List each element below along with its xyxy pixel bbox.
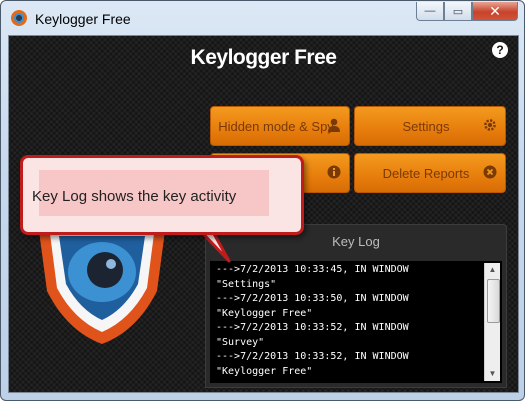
key-log-panel: Key Log --->7/2/2013 10:33:45, IN WINDOW… bbox=[205, 224, 507, 388]
user-icon bbox=[328, 118, 340, 132]
key-log-content: --->7/2/2013 10:33:45, IN WINDOW "Settin… bbox=[216, 264, 409, 377]
settings-label: Settings bbox=[402, 118, 450, 134]
delete-reports-button[interactable]: Delete Reports bbox=[354, 153, 506, 193]
key-log-scrollbar[interactable]: ▲ ▼ bbox=[484, 263, 500, 381]
help-icon[interactable]: ? bbox=[492, 42, 508, 58]
window-title: Keylogger Free bbox=[35, 11, 131, 27]
scroll-up-icon[interactable]: ▲ bbox=[485, 263, 500, 277]
delete-reports-label: Delete Reports bbox=[382, 165, 470, 181]
gear-icon bbox=[484, 119, 496, 131]
scroll-down-icon[interactable]: ▼ bbox=[485, 367, 500, 381]
app-title: Keylogger Free bbox=[190, 46, 337, 69]
window-controls: — ▭ ✕ bbox=[416, 2, 518, 21]
callout-text: Key Log shows the key activity bbox=[32, 188, 237, 205]
close-button[interactable]: ✕ bbox=[472, 2, 518, 21]
app-window: Keylogger Free — ▭ ✕ Keylogger Free ? Hi… bbox=[0, 0, 525, 401]
info-icon bbox=[327, 165, 341, 179]
hidden-mode-spy-button[interactable]: Hidden mode & Spy bbox=[210, 106, 350, 146]
scroll-thumb[interactable] bbox=[487, 279, 500, 323]
minimize-button[interactable]: — bbox=[416, 2, 444, 21]
title-bar[interactable]: Keylogger Free — ▭ ✕ bbox=[1, 1, 524, 35]
hidden-mode-spy-label: Hidden mode & Spy bbox=[218, 118, 334, 134]
settings-button[interactable]: Settings bbox=[354, 106, 506, 146]
app-logo-icon bbox=[11, 10, 27, 26]
close-circle-icon bbox=[483, 165, 497, 179]
maximize-button[interactable]: ▭ bbox=[444, 2, 472, 21]
key-log-text-area[interactable]: --->7/2/2013 10:33:45, IN WINDOW "Settin… bbox=[210, 261, 502, 383]
